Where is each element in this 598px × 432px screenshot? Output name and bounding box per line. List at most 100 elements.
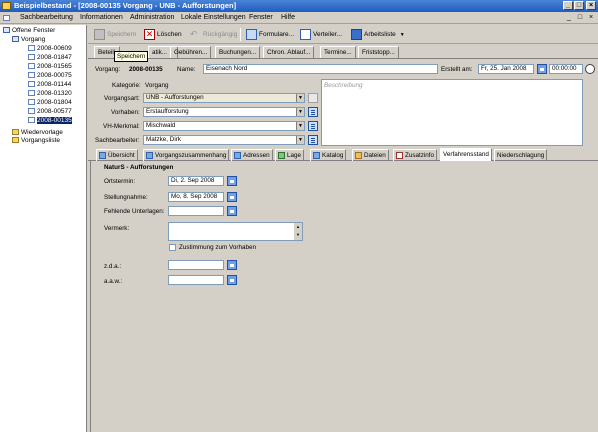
menu-informationen[interactable]: Informationen	[80, 12, 123, 24]
chevron-down-icon[interactable]: ▼	[296, 94, 304, 102]
chevron-down-icon[interactable]: ▼	[296, 136, 304, 144]
tree-wiedervorlage[interactable]: Wiedervorlage	[12, 129, 63, 137]
fehlende-unterlagen-field[interactable]	[168, 206, 224, 216]
tree-item-vorgang[interactable]: 2008-00075	[28, 72, 72, 80]
undo-button[interactable]: ↶ Rückgängig	[190, 27, 237, 42]
tree-group-vorgang[interactable]: Vorgang	[12, 36, 45, 44]
menu-sachbearbeitung[interactable]: Sachbearbeitung	[20, 12, 73, 24]
sub-tab-bar: Beteili atik... Gebühren... Buchungen...…	[88, 44, 598, 59]
document-icon	[28, 108, 35, 115]
tab-termine[interactable]: Termine...	[320, 46, 356, 58]
tree-item-vorgang[interactable]: 2008-00577	[28, 108, 72, 116]
mdi-close-button[interactable]: ×	[586, 12, 596, 23]
kategorie-value: Vorgang	[145, 82, 169, 89]
tab-chron-ablauf[interactable]: Chron. Ablauf...	[263, 46, 315, 58]
tree-item-vorgang[interactable]: 2008-01565	[28, 63, 72, 71]
textarea-scrollbar[interactable]: ▲ ▼	[294, 223, 302, 240]
delete-icon: ✕	[144, 28, 155, 40]
kategorie-label: Kategorie:	[112, 82, 141, 89]
minimize-button[interactable]: _	[563, 1, 573, 10]
vorhaben-select[interactable]: Erstaufforstung ▼	[143, 107, 305, 117]
window-title-bar: Beispielbestand - [2008-00135 Vorgang - …	[0, 0, 598, 12]
tab-friststopp[interactable]: Friststopp...	[358, 46, 399, 58]
folder-icon	[12, 36, 19, 43]
name-field[interactable]: Eisenach Nord	[203, 64, 438, 74]
document-icon	[3, 15, 10, 21]
ortstermin-label: Ortstermin:	[104, 178, 136, 185]
save-tooltip: Speichern	[114, 51, 149, 62]
tab-katalog[interactable]: Katalog	[310, 149, 347, 161]
calendar-icon[interactable]	[537, 64, 547, 74]
tab-lage[interactable]: Lage	[275, 149, 305, 161]
tree-vorgangsliste[interactable]: Vorgangsliste	[12, 137, 60, 145]
tab-niederschlagung[interactable]: Niederschlagung	[494, 149, 548, 161]
tab-adressen[interactable]: Adressen	[231, 149, 273, 161]
erstellt-date-field[interactable]: Fr, 25. Jan 2008	[478, 64, 534, 74]
list-icon[interactable]	[308, 107, 318, 117]
toolbar-separator	[240, 28, 241, 41]
tree-item-vorgang[interactable]: 2008-00609	[28, 45, 72, 53]
tree-item-vorgang[interactable]: 2008-01144	[28, 81, 71, 89]
document-icon	[28, 81, 35, 88]
menu-lokale-einstellungen[interactable]: Lokale Einstellungen	[181, 12, 246, 24]
document-icon	[28, 90, 35, 97]
map-icon	[278, 151, 285, 159]
beschreibung-textarea[interactable]: Beschreibung	[321, 79, 583, 146]
mdi-minimize-button[interactable]: _	[564, 12, 574, 23]
mdi-restore-button[interactable]: □	[575, 12, 585, 23]
menu-fenster[interactable]: Fenster	[249, 12, 273, 24]
chevron-down-icon[interactable]: ▼	[296, 122, 304, 130]
sidebar-tree: Offene Fenster Vorgang 2008-00609 2008-01…	[0, 25, 87, 432]
stellungnahme-label: Stellungnahme:	[104, 194, 148, 201]
maximize-button[interactable]: □	[574, 1, 584, 10]
tab-uebersicht[interactable]: Übersicht	[96, 149, 138, 161]
calendar-icon[interactable]	[227, 275, 237, 285]
tab-zusatzinfo[interactable]: Zusatzinfo	[393, 149, 438, 161]
chevron-down-icon[interactable]: ▼	[296, 108, 304, 116]
tab-verfahrensstand[interactable]: Verfahrensstand	[440, 148, 492, 161]
stellungnahme-field[interactable]: Mo, 8. Sep 2008	[168, 192, 224, 202]
verfahrensstand-panel: NaturS - Aufforstungen Ortstermin: Di, 2…	[90, 161, 598, 432]
sachbearbeiter-select[interactable]: Matzke, Dirk ▼	[143, 135, 305, 145]
calendar-icon[interactable]	[227, 206, 237, 216]
vh-merkmal-select[interactable]: Mischwald ▼	[143, 121, 305, 131]
zustimmung-checkbox[interactable]	[169, 244, 176, 251]
list-icon[interactable]	[308, 135, 318, 145]
worklist-button[interactable]: Arbeitsliste ▼	[351, 27, 405, 42]
tree-item-vorgang[interactable]: 2008-01804	[28, 99, 72, 107]
calendar-icon[interactable]	[227, 192, 237, 202]
save-button[interactable]: Speichern	[94, 27, 136, 42]
clock-icon[interactable]	[585, 64, 595, 74]
vorgangsart-select[interactable]: UNB - Aufforstungen ▼	[143, 93, 305, 103]
calendar-icon[interactable]	[227, 260, 237, 270]
tree-item-vorgang[interactable]: 2008-00135	[28, 117, 72, 125]
list-icon[interactable]	[308, 121, 318, 131]
tab-vorgangszusammenhang[interactable]: Vorgangszusammenhang	[143, 149, 230, 161]
erstellt-time-field[interactable]: 00:00:00	[549, 64, 583, 74]
vorhaben-label: Vorhaben:	[111, 109, 140, 116]
tree-item-vorgang[interactable]: 2008-01320	[28, 90, 72, 98]
app-icon	[2, 2, 11, 10]
delete-button[interactable]: ✕ Löschen	[144, 27, 182, 42]
chevron-down-icon[interactable]: ▼	[400, 32, 405, 38]
close-button[interactable]: ×	[586, 1, 596, 10]
erstellt-label: Erstellt am:	[441, 66, 473, 73]
tab-buchungen[interactable]: Buchungen...	[215, 46, 261, 58]
save-icon	[94, 28, 105, 40]
forms-button[interactable]: Formulare...	[246, 27, 294, 42]
main-tab-bar: Übersicht Vorgangszusammenhang Adressen …	[88, 148, 598, 161]
menu-hilfe[interactable]: Hilfe	[281, 12, 295, 24]
aaw-field[interactable]	[168, 275, 224, 285]
menu-administration[interactable]: Administration	[130, 12, 174, 24]
distributor-button[interactable]: Verteiler...	[300, 27, 342, 42]
tree-item-vorgang[interactable]: 2008-01847	[28, 54, 72, 62]
calendar-icon[interactable]	[227, 176, 237, 186]
list-icon	[308, 93, 318, 103]
document-icon	[28, 99, 35, 106]
tab-dateien[interactable]: Dateien	[352, 149, 389, 161]
tab-gebuehren[interactable]: Gebühren...	[170, 46, 212, 58]
zda-field[interactable]	[168, 260, 224, 270]
tree-root[interactable]: Offene Fenster	[3, 27, 55, 35]
vermerk-textarea[interactable]: ▲ ▼	[168, 222, 303, 241]
ortstermin-field[interactable]: Di, 2. Sep 2008	[168, 176, 224, 186]
